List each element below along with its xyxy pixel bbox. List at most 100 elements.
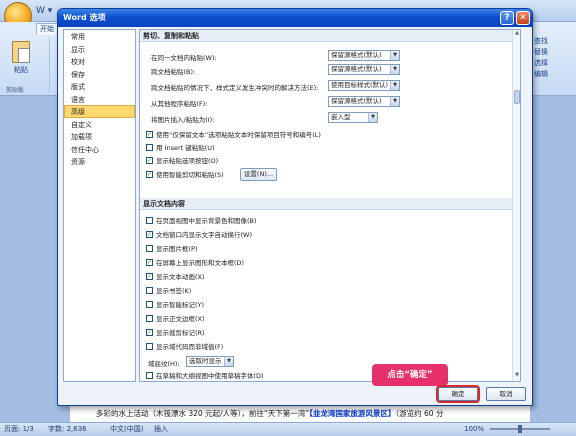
nav-item-8[interactable]: 加载项 [64,130,135,143]
check-smart-cut[interactable]: ✓ 使用智能剪切和粘贴(S) [146,170,224,180]
scroll-down-icon[interactable]: ▼ [513,372,520,380]
check-display-8[interactable]: ✓ 显示裁剪标记(R) [146,328,205,338]
document-text-line: 多彩的水上活动（木筏漂水 320 元起/人等），前往“天下第一湾”【韭龙湾国家旅… [96,408,443,419]
replace-button[interactable]: 替换 [531,47,576,58]
close-button[interactable]: ✕ [516,11,530,25]
section-cut-copy-paste: 剪切、复制和粘贴 [140,30,512,42]
clipboard-group: 粘贴 剪贴板 [4,37,50,94]
check-label: 显示裁剪标记(R) [156,329,205,337]
check-paste-options[interactable]: ✓ 显示粘贴选项按钮(O) [146,156,218,166]
callout-click-ok: 点击“确定” [372,364,448,386]
document-link[interactable]: 【韭龙湾国家旅游风景区】 [309,409,395,418]
check-display-0[interactable]: 在页面视图中显示背景色和图像(B) [146,216,257,226]
paste-select-3[interactable]: 保留源格式(默认) ▼ [328,96,400,107]
checkbox-icon[interactable] [146,300,153,308]
select-button[interactable]: 选择 [531,58,576,69]
nav-item-4[interactable]: 版式 [64,80,135,93]
paste-select-0-value: 保留源格式(默认) [331,51,382,59]
check-display-7[interactable]: 显示正文边框(X) [146,314,205,324]
status-page[interactable]: 页面: 1/3 [4,423,34,436]
checkbox-checked-icon[interactable]: ✓ [146,328,153,336]
cancel-button[interactable]: 取消 [486,387,526,401]
paste-row-label-2: 跨文档粘贴的情况下，样式定义发生冲突时的解决方法(E): [151,84,319,92]
nav-item-3[interactable]: 保存 [64,68,135,81]
check-display-1[interactable]: ✓ 文档窗口内显示文字自动换行(W) [146,230,252,240]
check-display-2[interactable]: 显示图片框(P) [146,244,198,254]
checkbox-checked-icon[interactable]: ✓ [146,230,153,238]
checkbox-icon[interactable] [146,314,153,322]
nav-item-1[interactable]: 显示 [64,43,135,56]
nav-item-5[interactable]: 语言 [64,93,135,106]
status-bar: 页面: 1/3 字数: 2,636 中文(中国) 插入 100% [0,422,576,436]
check-label: 在草稿和大纲视图中使用草稿字体(D) [156,372,264,380]
check-label: 显示粘贴选项按钮(O) [156,157,219,165]
checkbox-icon[interactable] [146,371,153,379]
check-label: 显示智能标记(Y) [156,301,205,309]
checkbox-icon[interactable] [146,342,153,350]
document-text: 多彩的水上活动（木筏漂水 320 元起/人等），前往“天下第一湾” [96,409,310,418]
quick-access-toolbar[interactable]: W ▾ [36,6,52,16]
dialog-title-bar[interactable]: Word 选项 ? ✕ [58,9,532,27]
check-insert-key[interactable]: 用 Insert 键粘贴(U) [146,143,215,153]
chevron-down-icon: ▼ [224,357,233,366]
check-draft-font[interactable]: 在草稿和大纲视图中使用草稿字体(D) [146,371,264,381]
settings-button[interactable]: 设置(N)... [240,168,277,181]
paste-select-2[interactable]: 使用目标样式(默认) ▼ [328,80,400,91]
status-words[interactable]: 字数: 2,636 [48,423,87,436]
checkbox-checked-icon[interactable]: ✓ [146,170,153,178]
status-mode[interactable]: 插入 [154,423,168,436]
check-label: 显示文本动画(X) [156,273,205,281]
check-label: 用 Insert 键粘贴(U) [156,144,215,152]
help-button[interactable]: ? [500,11,514,25]
ok-button[interactable]: 确定 [436,385,480,403]
paste-select-0[interactable]: 保留源格式(默认) ▼ [328,50,400,61]
section-show-document-content: 显示文档内容 [140,198,512,210]
scroll-up-icon[interactable]: ▲ [513,30,520,38]
check-display-5[interactable]: 显示书签(K) [146,286,191,296]
checkbox-icon[interactable] [146,216,153,224]
content-scrollbar[interactable]: ▲ ▼ [512,30,520,381]
dialog-title: Word 选项 [63,13,106,22]
chevron-down-icon: ▼ [368,113,377,122]
field-shading-value: 选取时显示 [189,357,222,365]
check-keep-bullets[interactable]: ✓ 使用“仅保留文本”选项粘贴文本时保留项目符号和编号(L) [146,130,321,140]
paste-select-1[interactable]: 保留源格式(默认) ▼ [328,64,400,75]
nav-item-9[interactable]: 信任中心 [64,143,135,156]
checkbox-checked-icon[interactable]: ✓ [146,272,153,280]
nav-item-2[interactable]: 校对 [64,55,135,68]
check-label: 显示书签(K) [156,287,192,295]
check-display-6[interactable]: 显示智能标记(Y) [146,300,204,310]
field-shading-select[interactable]: 选取时显示 ▼ [186,356,234,367]
paste-icon[interactable] [12,41,30,63]
paste-select-2-value: 使用目标样式(默认) [331,81,389,89]
find-button[interactable]: 查找 [531,36,576,47]
check-label: 在屏幕上显示图形和文本框(D) [156,259,245,267]
chevron-down-icon: ▼ [390,65,399,74]
check-display-4[interactable]: ✓ 显示文本动画(X) [146,272,205,282]
checkbox-checked-icon[interactable]: ✓ [146,130,153,138]
document-text-tail: （游览约 60 分 [395,409,444,418]
scrollbar-thumb[interactable] [514,90,520,104]
checkbox-icon[interactable] [146,286,153,294]
paste-select-4[interactable]: 嵌入型 ▼ [328,112,378,123]
checkbox-icon[interactable] [146,244,153,252]
nav-item-0[interactable]: 常用 [64,30,135,43]
checkbox-icon[interactable] [146,143,153,151]
check-display-9[interactable]: 显示域代码而非域值(F) [146,342,223,352]
paste-select-4-value: 嵌入型 [331,113,351,121]
checkbox-checked-icon[interactable]: ✓ [146,156,153,164]
check-display-3[interactable]: ✓ 在屏幕上显示图形和文本框(D) [146,258,244,268]
paste-row-label-0: 在同一文档内粘贴(W): [151,54,217,62]
zoom-slider-knob[interactable] [518,425,522,433]
status-language[interactable]: 中文(中国) [110,423,143,436]
check-label: 显示图片框(P) [156,245,198,253]
nav-item-7[interactable]: 自定义 [64,118,135,131]
check-label: 文档窗口内显示文字自动换行(W) [156,231,252,239]
paste-select-3-value: 保留源格式(默认) [331,97,382,105]
clipboard-group-label: 剪贴板 [6,87,25,94]
nav-item-10[interactable]: 资源 [64,155,135,168]
zoom-level[interactable]: 100% [464,423,484,436]
nav-item-6[interactable]: 高级 [64,105,135,118]
checkbox-checked-icon[interactable]: ✓ [146,258,153,266]
options-nav: 常用 显示 校对 保存 版式 语言 高级 自定义 加载项 信任中心 资源 [63,29,136,382]
